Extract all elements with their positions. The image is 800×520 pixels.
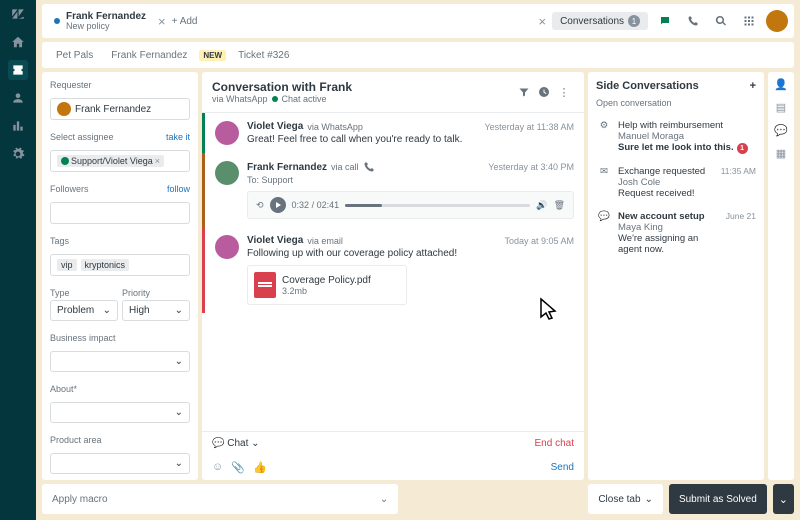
submit-dropdown[interactable]: ⌄ [773, 484, 794, 514]
footer: Apply macro⌄ Close tab⌄ Submit as Solved… [42, 484, 794, 514]
close-tab-icon[interactable]: × [158, 14, 166, 29]
side-conv-title: Side Conversations [596, 80, 699, 92]
chat-icon[interactable] [654, 10, 676, 32]
new-badge: NEW [199, 50, 226, 61]
side-conv-item[interactable]: 💬 New account setupMaya KingWe're assign… [596, 205, 756, 261]
open-conv-label: Open conversation [596, 98, 756, 108]
home-icon[interactable] [8, 32, 28, 52]
end-chat-button[interactable]: End chat [535, 438, 574, 449]
take-it-link[interactable]: take it [166, 132, 190, 142]
product-area-select[interactable]: ⌄ [50, 453, 190, 474]
left-panel: Requester Frank Fernandez Select assigne… [42, 72, 198, 480]
followers-label: Followers [50, 184, 89, 194]
macro-select[interactable]: Apply macro⌄ [42, 484, 398, 514]
business-impact-label: Business impact [50, 333, 190, 343]
chat-bubble-icon: 💬 [596, 211, 612, 255]
attachment[interactable]: Coverage Policy.pdf3.2mb [247, 265, 407, 305]
mail-icon: ✉ [596, 166, 612, 199]
clock-icon[interactable] [534, 82, 554, 102]
submit-button[interactable]: Submit as Solved [669, 484, 767, 514]
crumb-ticket[interactable]: Ticket #326 [232, 48, 295, 63]
tags-label: Tags [50, 236, 190, 246]
volume-icon[interactable]: 🔊 [536, 200, 547, 211]
followers-field[interactable] [50, 202, 190, 224]
send-button[interactable]: Send [551, 462, 574, 473]
link-icon: ⟲ [256, 200, 264, 211]
more-icon[interactable]: ⋮ [554, 82, 574, 102]
message-item: Frank Fernandezvia callYesterday at 3:40… [202, 153, 584, 227]
side-conversations-panel: Side Conversations + Open conversation ⚙ … [588, 72, 764, 480]
requester-label: Requester [50, 80, 190, 90]
delete-icon[interactable]: 🗑 [554, 200, 565, 211]
about-label: About* [50, 384, 190, 394]
cursor-icon [539, 297, 559, 321]
about-select[interactable]: ⌄ [50, 402, 190, 423]
add-side-conv-button[interactable]: + [750, 80, 756, 92]
business-impact-select[interactable]: ⌄ [50, 351, 190, 372]
knowledge-icon[interactable]: ▤ [776, 101, 786, 114]
logo-icon[interactable] [8, 4, 28, 24]
apps-icon[interactable] [738, 10, 760, 32]
search-icon[interactable] [710, 10, 732, 32]
audio-progress[interactable] [345, 204, 530, 207]
nav-rail [0, 0, 36, 520]
breadcrumb: Pet Pals Frank Fernandez NEW Ticket #326 [42, 42, 794, 68]
assignee-field[interactable]: Support/Violet Viega× [50, 150, 190, 172]
thumbs-icon[interactable]: 👍 [253, 461, 267, 474]
gear-icon: ⚙ [596, 120, 612, 154]
crumb-user[interactable]: Frank Fernandez [105, 48, 193, 63]
customers-icon[interactable] [8, 88, 28, 108]
admin-icon[interactable] [8, 144, 28, 164]
product-area-label: Product area [50, 435, 190, 445]
tags-field[interactable]: vipkryptonics [50, 254, 190, 276]
priority-select[interactable]: High⌄ [122, 300, 190, 321]
message-item: Violet Viegavia WhatsAppYesterday at 11:… [202, 113, 584, 153]
side-conv-item[interactable]: ✉ Exchange requestedJosh ColeRequest rec… [596, 160, 756, 205]
call-icon [363, 161, 375, 173]
apps-grid-icon[interactable]: ▦ [776, 147, 786, 160]
audio-player[interactable]: ⟲ 0:32 / 02:41 🔊 🗑 [247, 191, 574, 219]
play-button[interactable] [270, 197, 286, 213]
profile-avatar[interactable] [766, 10, 788, 32]
side-conv-item[interactable]: ⚙ Help with reimbursementManuel MoragaSu… [596, 114, 756, 160]
filter-icon[interactable] [514, 82, 534, 102]
conversation-title: Conversation with Frank [212, 80, 352, 94]
conversations-pill[interactable]: Conversations 1 [552, 12, 648, 30]
side-conv-icon[interactable]: 💬 [774, 124, 788, 137]
ticket-tab-name: Frank Fernandez [66, 11, 146, 22]
reports-icon[interactable] [8, 116, 28, 136]
ticket-tab[interactable]: Frank Fernandez New policy [48, 9, 152, 34]
conversation-panel: Conversation with Frank via WhatsAppChat… [202, 72, 584, 480]
emoji-icon[interactable]: ☺ [212, 461, 223, 474]
context-rail: 👤 ▤ 💬 ▦ [768, 72, 794, 480]
add-tab-button[interactable]: + Add [172, 16, 198, 27]
type-select[interactable]: Problem⌄ [50, 300, 118, 321]
tickets-icon[interactable] [8, 60, 28, 80]
remove-chip-icon[interactable]: × [155, 156, 160, 166]
chat-composer: 💬 Chat ⌄End chat ☺📎👍 Send [202, 431, 584, 480]
crumb-org[interactable]: Pet Pals [50, 48, 99, 63]
topbar: Frank Fernandez New policy × + Add × Con… [42, 4, 794, 38]
reply-icon: 💬 [212, 438, 224, 449]
ticket-tab-sub: New policy [66, 22, 146, 32]
user-icon[interactable]: 👤 [774, 78, 788, 91]
close-tab-button[interactable]: Close tab⌄ [588, 484, 663, 514]
attach-icon[interactable]: 📎 [231, 461, 245, 474]
follow-link[interactable]: follow [167, 184, 190, 194]
message-item: Violet Viegavia emailToday at 9:05 AM Fo… [202, 227, 584, 313]
phone-icon[interactable] [682, 10, 704, 32]
pdf-icon [254, 272, 276, 298]
requester-field[interactable]: Frank Fernandez [50, 98, 190, 120]
type-label: Type [50, 288, 118, 298]
assignee-label: Select assignee [50, 132, 114, 142]
clear-icon[interactable]: × [538, 14, 546, 29]
priority-label: Priority [122, 288, 190, 298]
